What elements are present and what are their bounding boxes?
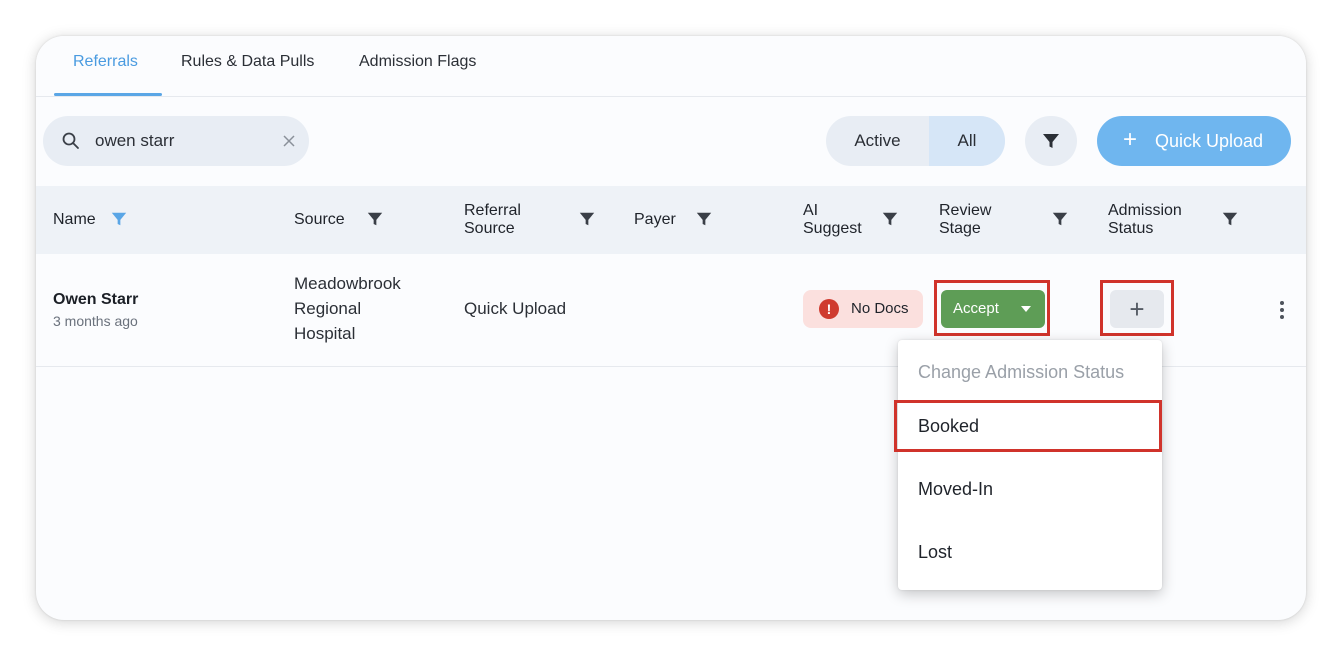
source-line: Regional (294, 299, 362, 318)
menu-header: Change Admission Status (918, 362, 1125, 382)
column-ai-suggest-header: AI Suggest (803, 202, 871, 238)
filter-icon[interactable] (1221, 210, 1239, 228)
search-icon (62, 132, 79, 149)
filter-icon[interactable] (881, 210, 899, 228)
filter-icon[interactable] (1051, 210, 1069, 228)
active-all-toggle: Active All (826, 116, 1005, 166)
referral-time: 3 months ago (53, 313, 138, 329)
quick-upload-label: Quick Upload (1155, 131, 1264, 151)
tab-rules-data-pulls[interactable]: Rules & Data Pulls (181, 53, 314, 71)
caret-down-icon (1021, 306, 1031, 312)
table-header: Name Source Referral Source Payer AI Sug… (36, 186, 1306, 254)
plus-icon: + (1123, 126, 1138, 153)
filter-icon[interactable] (366, 210, 384, 228)
header-line: Stage (939, 220, 981, 237)
admission-status-menu: Change Admission Status Booked Moved-In … (894, 340, 1162, 590)
header-line: Referral (464, 202, 521, 219)
review-stage-dropdown[interactable]: Accept (941, 290, 1045, 328)
header-line: Admission (1108, 202, 1182, 219)
filter-icon (1043, 134, 1059, 148)
referral-name[interactable]: Owen Starr (53, 291, 138, 309)
filter-button[interactable] (1025, 116, 1077, 166)
menu-item-label: Lost (918, 542, 953, 562)
search-box[interactable] (43, 116, 309, 166)
menu-item-moved-in[interactable]: Moved-In (898, 465, 1162, 515)
referral-source-cell: Quick Upload (464, 299, 567, 318)
source-line: Meadowbrook (294, 274, 401, 293)
source-line: Hospital (294, 324, 356, 343)
header-line: Source (464, 220, 515, 237)
menu-item-label: Booked (918, 416, 980, 436)
column-review-stage-header: Review Stage (939, 202, 991, 238)
tab-admission-flags[interactable]: Admission Flags (359, 53, 476, 71)
column-source-header: Source (294, 211, 345, 228)
column-payer-header: Payer (634, 211, 676, 228)
toggle-all-button[interactable]: All (929, 116, 1005, 166)
add-admission-status-button[interactable]: + (1110, 290, 1164, 328)
menu-item-label: Moved-In (918, 479, 994, 499)
ai-suggest-label: No Docs (851, 300, 909, 317)
filter-icon[interactable] (578, 210, 596, 228)
alert-icon: ! (819, 299, 839, 319)
toggle-active-button[interactable]: Active (826, 116, 929, 166)
close-icon[interactable] (279, 131, 299, 151)
header-line: Status (1108, 220, 1154, 237)
tab-bar: Referrals Rules & Data Pulls Admission F… (36, 36, 1306, 97)
source-cell: Meadowbrook Regional Hospital (294, 271, 401, 346)
column-name-header: Name (53, 211, 96, 228)
header-line: Review (939, 202, 992, 219)
referrals-panel: Referrals Rules & Data Pulls Admission F… (36, 36, 1306, 620)
more-options-icon[interactable] (1272, 299, 1292, 321)
active-tab-indicator (54, 93, 162, 96)
menu-item-lost[interactable]: Lost (898, 528, 1162, 578)
menu-item-booked[interactable]: Booked (898, 402, 1162, 452)
tab-referrals[interactable]: Referrals (73, 53, 138, 71)
column-referral-source-header: Referral Source (464, 202, 521, 238)
filter-icon[interactable] (110, 210, 128, 228)
column-admission-status-header: Admission Status (1108, 202, 1182, 238)
ai-suggest-badge[interactable]: ! No Docs (803, 290, 923, 328)
header-line: AI (803, 202, 819, 219)
quick-upload-button[interactable]: + Quick Upload (1097, 116, 1291, 166)
header-line: Suggest (803, 220, 862, 237)
review-stage-label: Accept (953, 300, 999, 317)
filter-icon[interactable] (695, 210, 713, 228)
search-input[interactable] (95, 130, 265, 152)
